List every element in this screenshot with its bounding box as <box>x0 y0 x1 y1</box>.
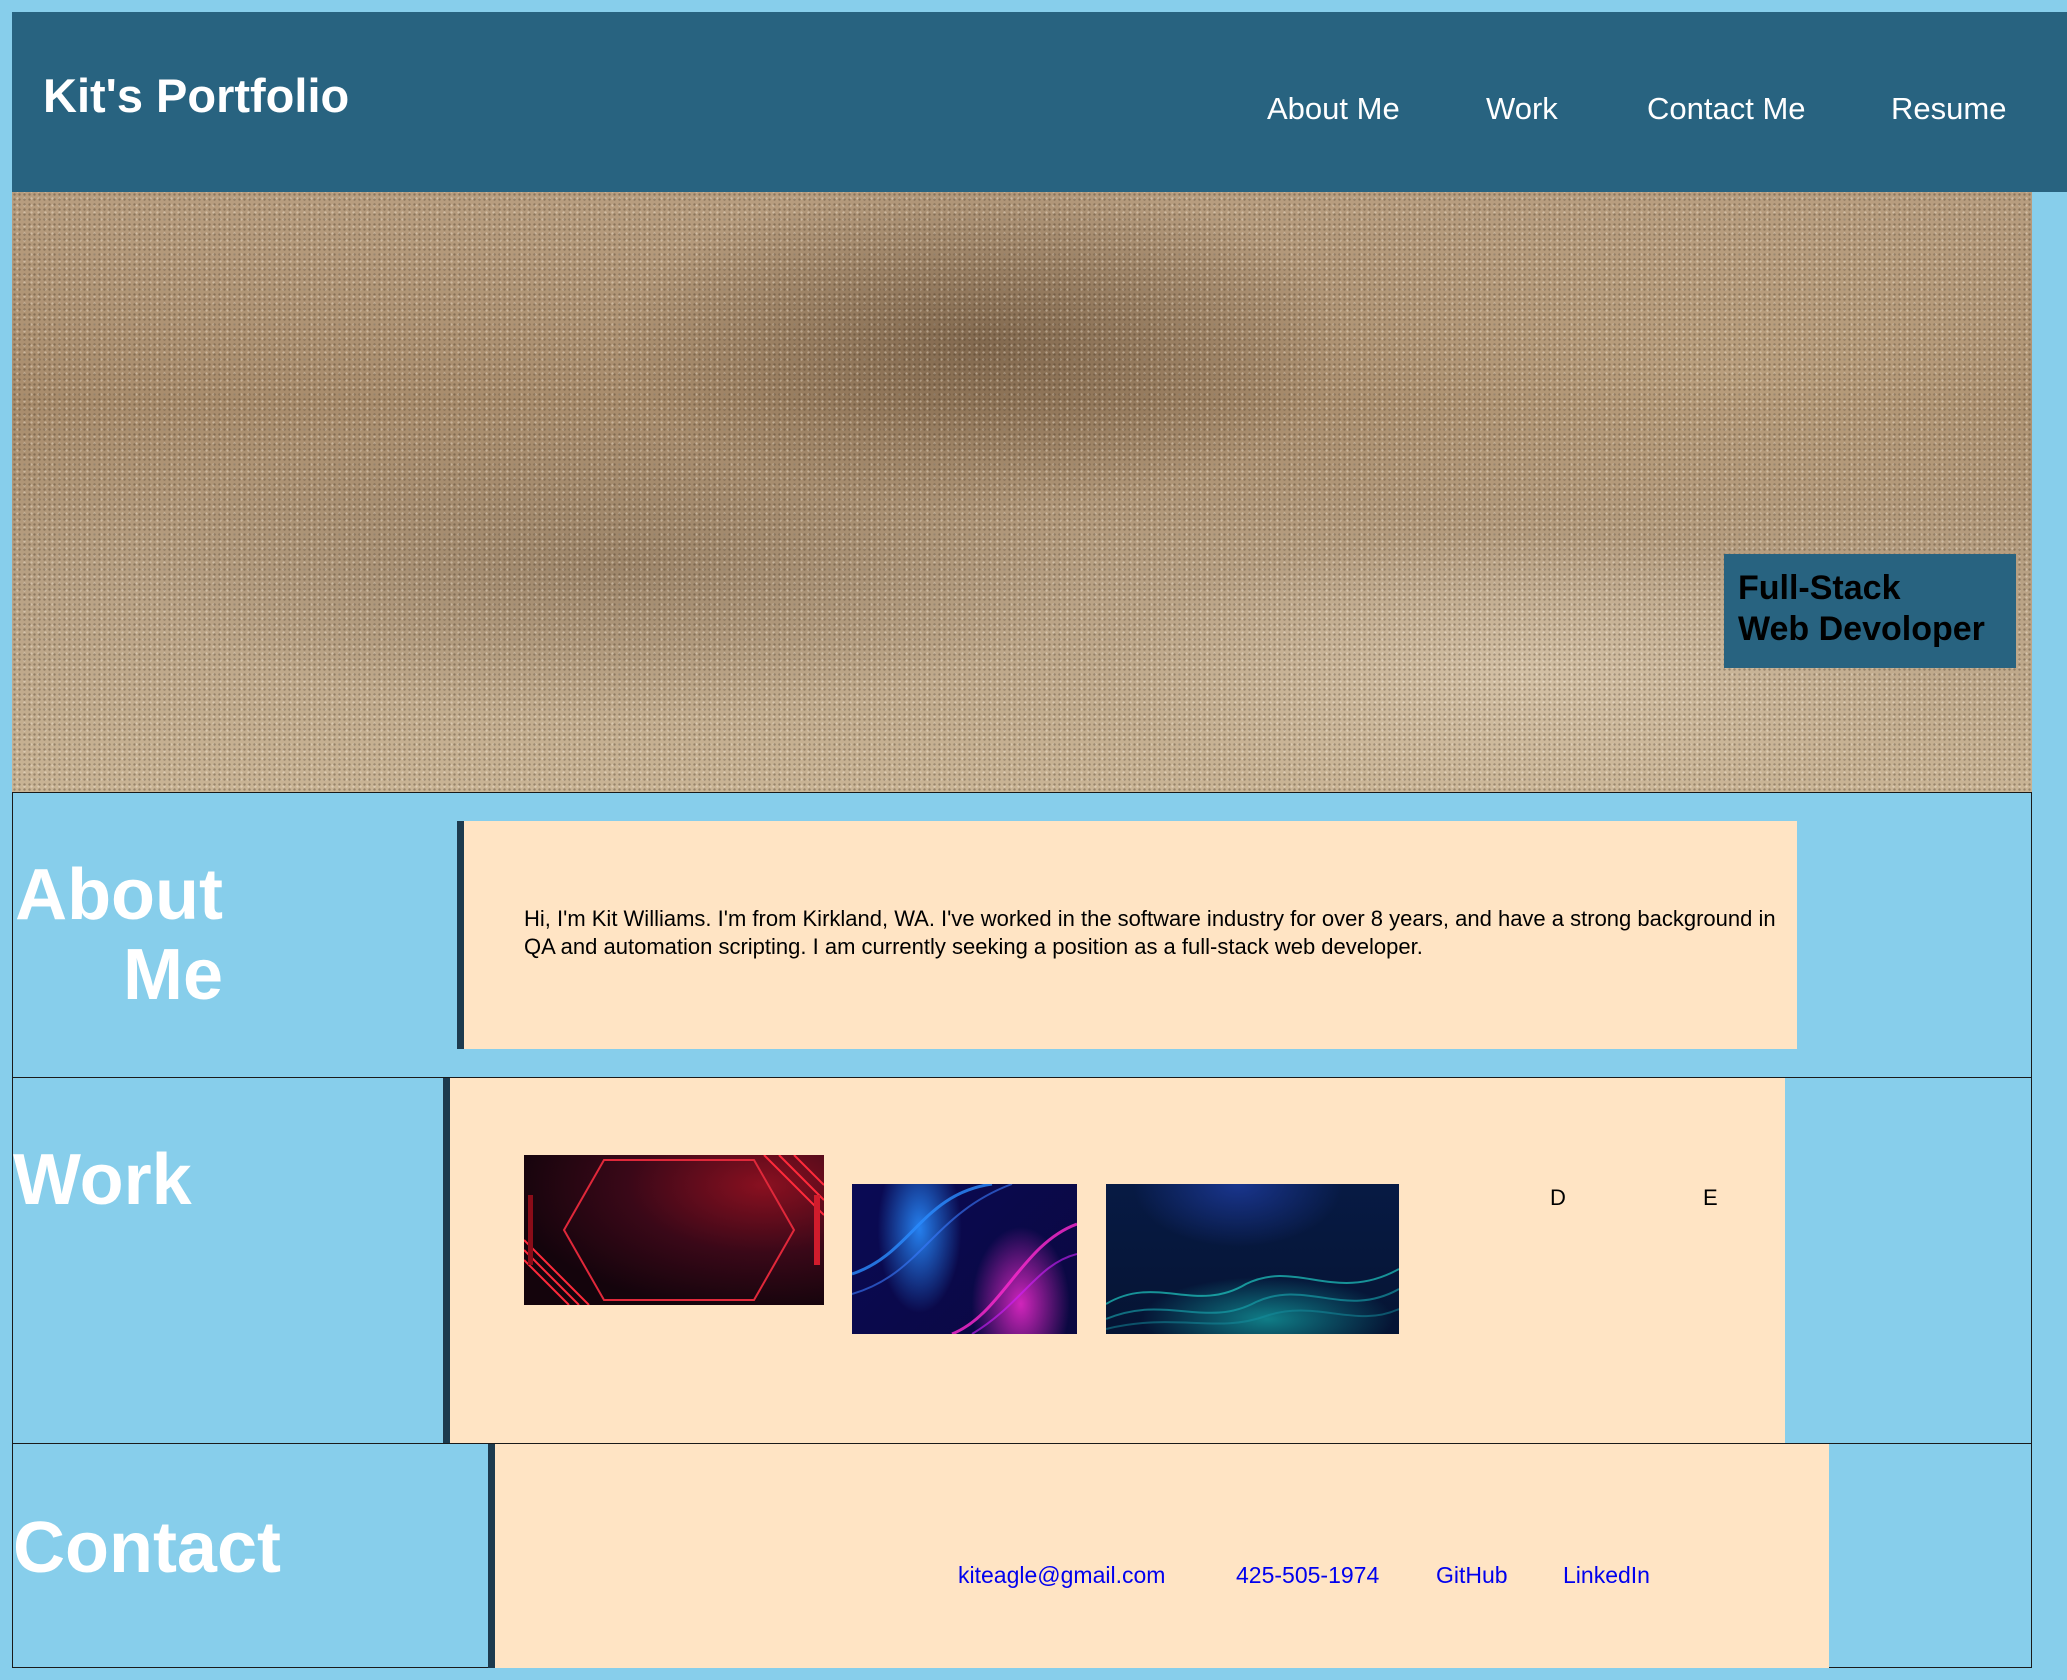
phone-link[interactable]: 425-505-1974 <box>1236 1564 1379 1587</box>
work-item-e[interactable]: E <box>1703 1187 1718 1209</box>
about-panel: Hi, I'm Kit Williams. I'm from Kirkland,… <box>457 821 1797 1049</box>
about-title-line-1: About <box>15 855 223 935</box>
main-nav: About Me Work Contact Me Resume <box>12 93 2067 133</box>
particle-wave <box>1106 1268 1399 1330</box>
wave-pattern <box>852 1184 1077 1334</box>
about-title: About Me <box>13 855 223 1015</box>
badge-line-1: Full-Stack <box>1738 569 1901 607</box>
project-thumbnail-3[interactable] <box>1106 1184 1399 1334</box>
hexagon-pattern <box>524 1155 824 1305</box>
site-header: Kit's Portfolio About Me Work Contact Me… <box>12 12 2067 192</box>
contact-title: Contact <box>13 1508 281 1588</box>
nav-contact-me[interactable]: Contact Me <box>1647 93 1806 124</box>
about-title-line-2: Me <box>122 935 223 1015</box>
about-text: Hi, I'm Kit Williams. I'm from Kirkland,… <box>524 906 1776 959</box>
linkedin-link[interactable]: LinkedIn <box>1563 1564 1650 1587</box>
nav-about-me[interactable]: About Me <box>1267 93 1400 124</box>
work-item-d[interactable]: D <box>1550 1187 1566 1209</box>
sand-texture <box>12 192 2032 792</box>
hero-banner: Full-Stack Web Devoloper <box>12 192 2032 792</box>
nav-work[interactable]: Work <box>1486 93 1558 124</box>
contact-panel: kiteagle@gmail.com 425-505-1974 GitHub L… <box>488 1444 1829 1668</box>
email-link[interactable]: kiteagle@gmail.com <box>958 1564 1165 1587</box>
work-title: Work <box>13 1140 192 1220</box>
work-panel: D E <box>443 1078 1785 1444</box>
work-section: Work D E <box>12 1077 2032 1444</box>
project-thumbnail-2[interactable] <box>852 1184 1077 1334</box>
contact-section: Contact kiteagle@gmail.com 425-505-1974 … <box>12 1443 2032 1668</box>
badge-line-2: Web Devoloper <box>1738 610 1985 648</box>
hero-badge: Full-Stack Web Devoloper <box>1724 554 2016 668</box>
about-section: About Me Hi, I'm Kit Williams. I'm from … <box>12 792 2032 1078</box>
github-link[interactable]: GitHub <box>1436 1564 1508 1587</box>
nav-resume[interactable]: Resume <box>1891 93 2006 124</box>
project-thumbnail-1[interactable] <box>524 1155 824 1305</box>
